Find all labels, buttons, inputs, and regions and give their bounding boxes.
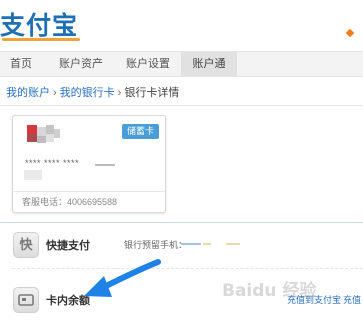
annotation-arrow-icon [84,259,161,297]
